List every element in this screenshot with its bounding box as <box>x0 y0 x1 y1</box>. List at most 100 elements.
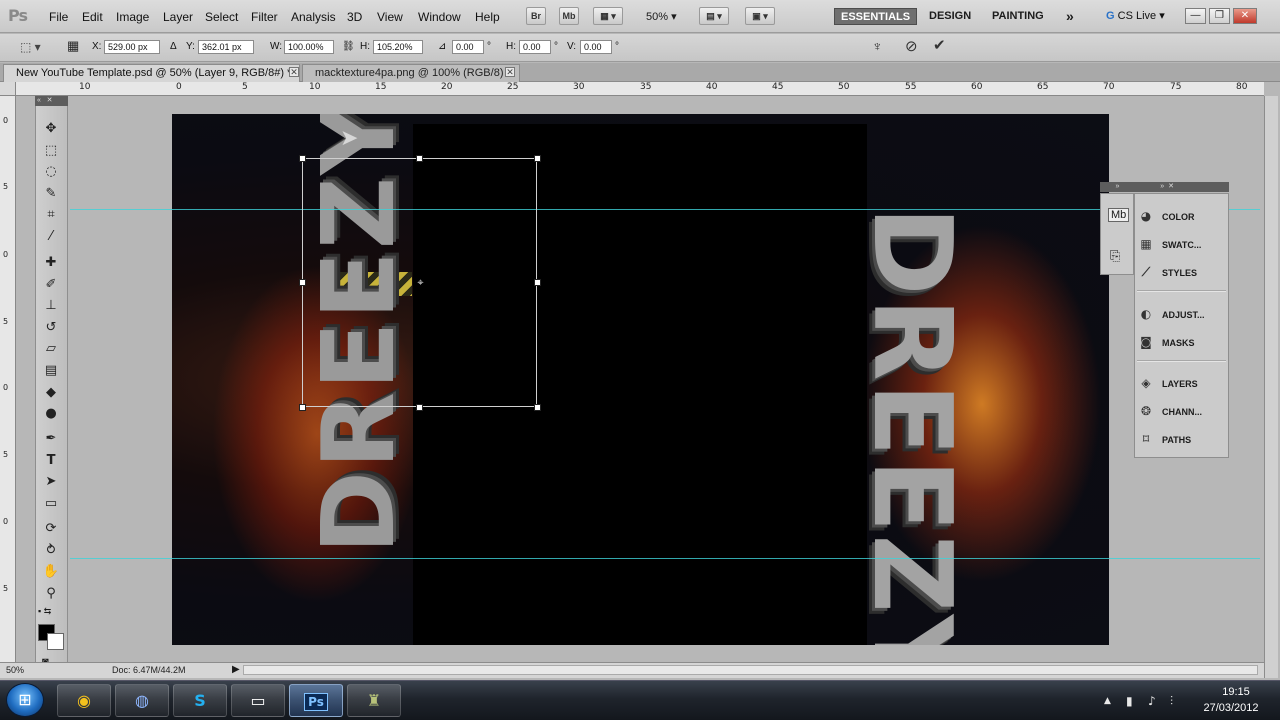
3d-rotate-tool-icon[interactable]: ⟳ <box>40 520 62 538</box>
panel-paths[interactable]: ⌑ PATHS <box>1138 429 1224 449</box>
panels-dock-header[interactable]: » » ✕ <box>1100 182 1229 192</box>
taskbar-cinema4d[interactable]: ◍ <box>115 684 169 717</box>
width-field[interactable]: 100.00% <box>284 40 334 54</box>
minimize-button[interactable]: — <box>1185 8 1206 24</box>
healing-brush-tool-icon[interactable]: ✚ <box>40 254 62 272</box>
3d-orbit-tool-icon[interactable]: ⥁ <box>40 542 62 560</box>
close-button[interactable]: ✕ <box>1233 8 1257 24</box>
transform-handle-top[interactable] <box>416 155 423 162</box>
taskbar-game[interactable]: ♜ <box>347 684 401 717</box>
quick-selection-tool-icon[interactable]: ✎ <box>40 185 62 203</box>
transform-handle-bottom-right[interactable] <box>534 404 541 411</box>
view-extras-button[interactable]: ▦ ▾ <box>593 7 623 25</box>
pen-tool-icon[interactable]: ✒ <box>40 430 62 448</box>
horizontal-skew-field[interactable]: 0.00 <box>519 40 551 54</box>
vertical-scrollbar[interactable] <box>1264 96 1278 678</box>
warp-mode-icon[interactable]: ♆ <box>872 38 883 54</box>
panel-masks[interactable]: ◙ MASKS <box>1138 332 1224 352</box>
workspace-essentials[interactable]: ESSENTIALS <box>834 8 918 25</box>
transform-handle-bottom-left[interactable] <box>299 404 306 411</box>
menu-analysis[interactable]: Analysis <box>291 10 336 24</box>
shape-tool-icon[interactable]: ▭ <box>40 495 62 513</box>
screen-mode-button[interactable]: ▣ ▾ <box>745 7 775 25</box>
tab-new-youtube-template[interactable]: New YouTube Template.psd @ 50% (Layer 9,… <box>3 64 300 82</box>
move-tool-icon[interactable]: ✥ <box>40 120 62 138</box>
transform-tool-icon[interactable]: ⬚ ▾ <box>20 40 41 54</box>
menu-select[interactable]: Select <box>205 10 238 24</box>
hand-tool-icon[interactable]: ✋ <box>40 563 62 581</box>
menu-image[interactable]: Image <box>116 10 149 24</box>
height-field[interactable]: 105.20% <box>373 40 423 54</box>
close-tab-icon[interactable]: ✕ <box>289 67 299 77</box>
panel-adjustments[interactable]: ◐ ADJUST... <box>1138 304 1224 324</box>
zoom-level-dropdown[interactable]: 50% ▾ <box>646 10 677 23</box>
status-menu-arrow-icon[interactable]: ▶ <box>232 664 240 675</box>
restore-button[interactable]: ❐ <box>1209 8 1230 24</box>
link-icon[interactable]: ⛓ <box>342 41 355 52</box>
menu-layer[interactable]: Layer <box>163 10 193 24</box>
y-position-field[interactable]: 362.01 px <box>198 40 254 54</box>
history-brush-tool-icon[interactable]: ↺ <box>40 319 62 337</box>
tools-panel-header[interactable]: « ✕ <box>35 96 68 106</box>
delta-icon[interactable]: Δ <box>170 41 177 52</box>
menu-filter[interactable]: Filter <box>251 10 278 24</box>
start-button[interactable]: ⊞ <box>6 683 44 717</box>
menu-window[interactable]: Window <box>418 10 461 24</box>
tab-macktexture[interactable]: macktexture4pa.png @ 100% (RGB/8) <box>302 64 520 82</box>
type-tool-icon[interactable]: T <box>40 452 62 470</box>
network-icon[interactable]: ⫶ <box>1170 694 1173 709</box>
taskbar-photoshop[interactable]: Ps <box>289 684 343 717</box>
history-panel-icon[interactable]: ⎘ <box>1110 248 1120 264</box>
panel-swatches[interactable]: ▦ SWATC... <box>1138 234 1224 254</box>
mini-bridge-button[interactable]: Mb <box>559 7 579 25</box>
horizontal-scrollbar[interactable] <box>243 665 1258 675</box>
dodge-tool-icon[interactable]: ● <box>40 405 62 423</box>
eyedropper-tool-icon[interactable]: ⁄ <box>40 228 62 246</box>
taskbar-chrome[interactable]: ◉ <box>57 684 111 717</box>
transform-handle-left[interactable] <box>299 279 306 286</box>
guide-line-top[interactable] <box>70 209 1260 210</box>
menu-3d[interactable]: 3D <box>347 10 362 24</box>
clock-time[interactable]: 19:15 <box>1216 686 1256 698</box>
volume-icon[interactable]: ♪ <box>1148 694 1156 708</box>
transform-handle-bottom[interactable] <box>416 404 423 411</box>
blur-tool-icon[interactable]: ◆ <box>40 384 62 402</box>
commit-icon[interactable]: ✔ <box>933 36 946 54</box>
arrange-documents-button[interactable]: ▤ ▾ <box>699 7 729 25</box>
transform-handle-right[interactable] <box>534 279 541 286</box>
panel-styles[interactable]: ⟋ STYLES <box>1138 262 1224 282</box>
lasso-tool-icon[interactable]: ◌ <box>40 163 62 181</box>
transform-handle-top-left[interactable] <box>299 155 306 162</box>
path-selection-tool-icon[interactable]: ➤ <box>40 473 62 491</box>
menu-file[interactable]: File <box>49 10 68 24</box>
brush-tool-icon[interactable]: ✐ <box>40 276 62 294</box>
transform-pivot-icon[interactable]: ⌖ <box>415 278 426 289</box>
crop-tool-icon[interactable]: ⌗ <box>40 206 62 224</box>
eraser-tool-icon[interactable]: ▱ <box>40 340 62 358</box>
guide-line-bottom[interactable] <box>70 558 1260 559</box>
tray-expand-icon[interactable]: ▲ <box>1104 696 1111 706</box>
panel-channels[interactable]: ❂ CHANN... <box>1138 401 1224 421</box>
gradient-tool-icon[interactable]: ▤ <box>40 362 62 380</box>
close-tab-icon[interactable]: ✕ <box>505 67 515 77</box>
status-zoom[interactable]: 50% <box>6 665 24 675</box>
workspace-painting[interactable]: PAINTING <box>986 8 1050 25</box>
default-colors-icon[interactable]: ▪ ⇆ <box>38 606 51 617</box>
menu-view[interactable]: View <box>377 10 403 24</box>
mini-bridge-panel-icon[interactable]: Mb <box>1108 208 1130 222</box>
cs-live-button[interactable]: G CS Live ▾ <box>1106 9 1165 22</box>
reference-point-icon[interactable]: ▦ <box>67 38 79 54</box>
x-position-field[interactable]: 529.00 px <box>104 40 160 54</box>
clone-stamp-tool-icon[interactable]: ⊥ <box>40 297 62 315</box>
taskbar-media[interactable]: ▭ <box>231 684 285 717</box>
background-color-swatch[interactable] <box>47 633 64 650</box>
more-workspaces-icon[interactable]: » <box>1060 8 1080 25</box>
taskbar-skype[interactable]: S <box>173 684 227 717</box>
clock-date[interactable]: 27/03/2012 <box>1201 702 1261 714</box>
rotation-field[interactable]: 0.00 <box>452 40 484 54</box>
bridge-button[interactable]: Br <box>526 7 546 25</box>
workspace-design[interactable]: DESIGN <box>923 8 977 25</box>
menu-edit[interactable]: Edit <box>82 10 103 24</box>
vertical-skew-field[interactable]: 0.00 <box>580 40 612 54</box>
ruler-origin[interactable] <box>0 82 16 96</box>
